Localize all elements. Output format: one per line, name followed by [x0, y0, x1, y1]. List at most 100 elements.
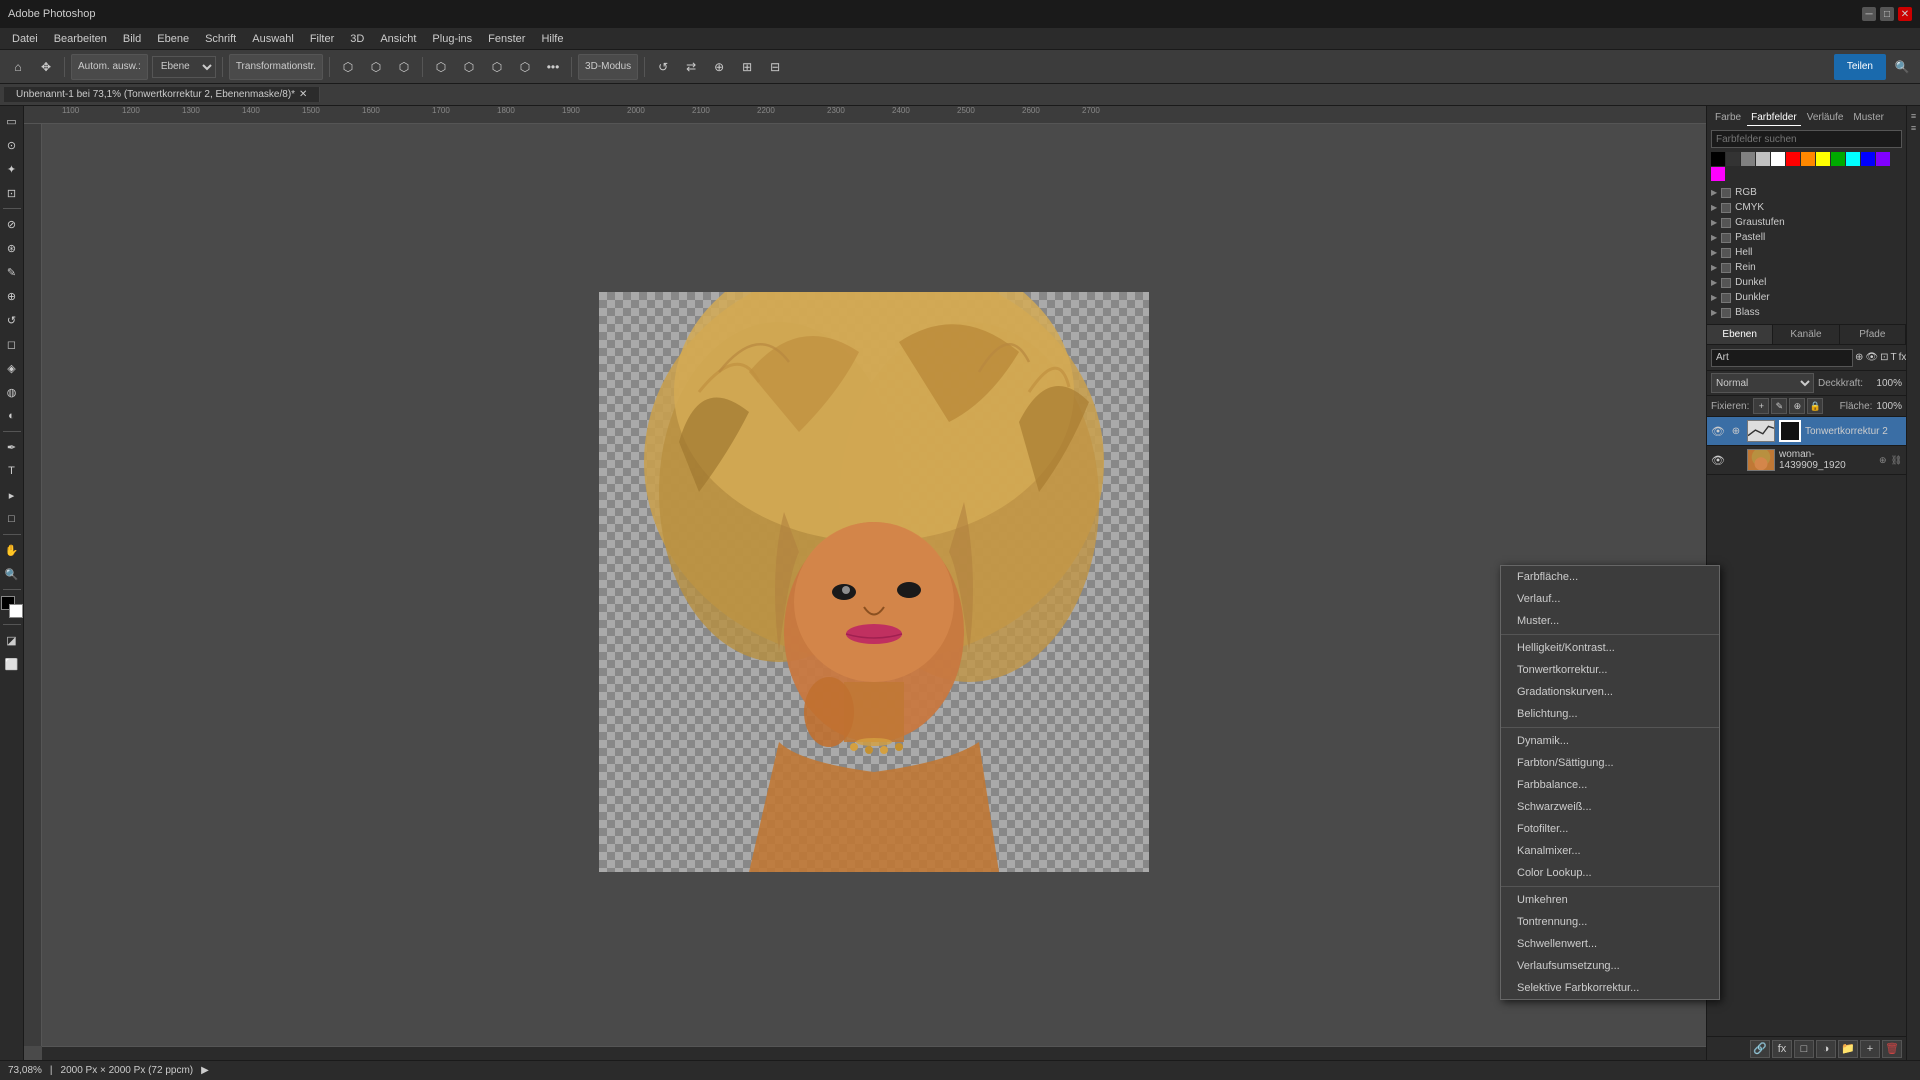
brush-tool[interactable]: ✎ [1, 261, 23, 283]
tab-kanaele[interactable]: Kanäle [1773, 325, 1839, 344]
history-brush-tool[interactable]: ↺ [1, 309, 23, 331]
path-select-tool[interactable]: ▸ [1, 484, 23, 506]
layer-vis-tonwert[interactable]: 👁 [1711, 424, 1725, 438]
ctx-verlaufsumsetzung[interactable]: Verlaufsumsetzung... [1501, 955, 1719, 977]
fix-artboard-btn[interactable]: ⊕ [1789, 398, 1805, 414]
close-button[interactable]: ✕ [1898, 7, 1912, 21]
blend-mode-select[interactable]: Normal Multiplizieren Abblenden [1711, 373, 1814, 393]
right-strip-btn-1[interactable]: ≡ [1908, 110, 1920, 122]
align-center-h[interactable]: ⬡ [364, 55, 388, 79]
dodge-tool[interactable]: ◐ [1, 405, 23, 427]
ctx-tontrennung[interactable]: Tontrennung... [1501, 911, 1719, 933]
menu-ebene[interactable]: Ebene [149, 31, 197, 47]
color-group-blass[interactable]: ▶ Blass [1711, 305, 1902, 320]
color-group-dunkel[interactable]: ▶ Dunkel [1711, 275, 1902, 290]
heal-tool[interactable]: ⊛ [1, 237, 23, 259]
selection-tool[interactable]: ▭ [1, 110, 23, 132]
layer-vis-woman[interactable]: 👁 [1711, 453, 1725, 467]
share-button[interactable]: Teilen [1834, 54, 1886, 80]
menu-hilfe[interactable]: Hilfe [533, 31, 571, 47]
menu-schrift[interactable]: Schrift [197, 31, 244, 47]
swatch-white[interactable] [1771, 152, 1785, 166]
swatch-magenta[interactable] [1711, 167, 1725, 181]
tab-muster[interactable]: Muster [1849, 110, 1888, 126]
color-group-hell[interactable]: ▶ Hell [1711, 245, 1902, 260]
autom-select[interactable]: Ebene Gruppe [152, 56, 216, 78]
layers-filter-btn[interactable]: ⊕ [1855, 348, 1863, 368]
align-right[interactable]: ⬡ [392, 55, 416, 79]
ctx-helligkeit[interactable]: Helligkeit/Kontrast... [1501, 637, 1719, 659]
right-strip-btn-2[interactable]: ≡ [1908, 122, 1920, 134]
swatch-purple[interactable] [1876, 152, 1890, 166]
ctx-fotofilter[interactable]: Fotofilter... [1501, 818, 1719, 840]
document-tab-1[interactable]: Unbenannt-1 bei 73,1% (Tonwertkorrektur … [4, 87, 320, 102]
add-layer-btn[interactable]: + [1860, 1040, 1880, 1058]
fix-draw-btn[interactable]: ✎ [1771, 398, 1787, 414]
ctx-gradationskurven[interactable]: Gradationskurven... [1501, 681, 1719, 703]
ctx-belichtung[interactable]: Belichtung... [1501, 703, 1719, 725]
swap-icon[interactable]: ⇄ [679, 55, 703, 79]
swatch-yellow[interactable] [1816, 152, 1830, 166]
shape-tool[interactable]: □ [1, 508, 23, 530]
horizontal-scrollbar[interactable] [42, 1046, 1706, 1060]
extra-icon[interactable]: ⊟ [763, 55, 787, 79]
move-tool[interactable]: ✥ [34, 55, 58, 79]
tab-pfade[interactable]: Pfade [1840, 325, 1906, 344]
color-group-cmyk[interactable]: ▶ CMYK [1711, 200, 1902, 215]
type-tool[interactable]: T [1, 460, 23, 482]
menu-bearbeiten[interactable]: Bearbeiten [46, 31, 115, 47]
delete-layer-btn[interactable]: 🗑 [1882, 1040, 1902, 1058]
eyedropper-tool[interactable]: ⊘ [1, 213, 23, 235]
swatch-orange[interactable] [1801, 152, 1815, 166]
ctx-tonwertkorrektur[interactable]: Tonwertkorrektur... [1501, 659, 1719, 681]
quick-select-tool[interactable]: ✦ [1, 158, 23, 180]
tab-farbfelder[interactable]: Farbfelder [1747, 110, 1801, 126]
ctx-colorlookup[interactable]: Color Lookup... [1501, 862, 1719, 884]
color-group-rein[interactable]: ▶ Rein [1711, 260, 1902, 275]
add-effect-btn[interactable]: fx [1772, 1040, 1792, 1058]
ctx-farbton[interactable]: Farbton/Sättigung... [1501, 752, 1719, 774]
add-adjustment-btn[interactable]: ◑ [1816, 1040, 1836, 1058]
color-search-input[interactable] [1711, 130, 1902, 148]
eraser-tool[interactable]: ◻ [1, 333, 23, 355]
more-options[interactable]: ••• [541, 55, 565, 79]
menu-datei[interactable]: Datei [4, 31, 46, 47]
color-picker[interactable] [1, 596, 23, 618]
menu-filter[interactable]: Filter [302, 31, 342, 47]
color-group-rgb[interactable]: ▶ RGB [1711, 185, 1902, 200]
align-left[interactable]: ⬡ [336, 55, 360, 79]
layers-filter-input[interactable] [1711, 349, 1853, 367]
stamp-tool[interactable]: ⊕ [1, 285, 23, 307]
ctx-muster[interactable]: Muster... [1501, 610, 1719, 632]
add-link-btn[interactable]: 🔗 [1750, 1040, 1770, 1058]
lasso-tool[interactable]: ⊙ [1, 134, 23, 156]
swatch-dk-gray[interactable] [1726, 152, 1740, 166]
ctx-kanalmixer[interactable]: Kanalmixer... [1501, 840, 1719, 862]
maximize-button[interactable]: □ [1880, 7, 1894, 21]
swatch-green[interactable] [1831, 152, 1845, 166]
ctx-farbbalance[interactable]: Farbbalance... [1501, 774, 1719, 796]
fix-all-btn[interactable]: 🔒 [1807, 398, 1823, 414]
menu-fenster[interactable]: Fenster [480, 31, 533, 47]
rotate-icon[interactable]: ↺ [651, 55, 675, 79]
tab-close-icon[interactable]: ✕ [299, 89, 307, 100]
add-group-btn[interactable]: 📁 [1838, 1040, 1858, 1058]
add-mask-btn[interactable]: □ [1794, 1040, 1814, 1058]
menu-3d[interactable]: 3D [342, 31, 372, 47]
quick-mask-tool[interactable]: ◪ [1, 629, 23, 651]
layers-effect-btn[interactable]: fx [1899, 348, 1906, 368]
zoom-tool[interactable]: 🔍 [1, 563, 23, 585]
swatch-blue[interactable] [1861, 152, 1875, 166]
ctx-farbflaeche[interactable]: Farbfläche... [1501, 566, 1719, 588]
ctx-umkehren[interactable]: Umkehren [1501, 889, 1719, 911]
color-group-pastell[interactable]: ▶ Pastell [1711, 230, 1902, 245]
menu-ansicht[interactable]: Ansicht [372, 31, 424, 47]
ctx-schwarzweiss[interactable]: Schwarzweiß... [1501, 796, 1719, 818]
align-extra[interactable]: ⬡ [513, 55, 537, 79]
layers-link-btn[interactable]: T [1890, 348, 1896, 368]
crop-tool[interactable]: ⊡ [1, 182, 23, 204]
screen-mode-btn[interactable]: ⬜ [1, 653, 23, 675]
align-bottom[interactable]: ⬡ [485, 55, 509, 79]
ctx-dynamik[interactable]: Dynamik... [1501, 730, 1719, 752]
camera-icon[interactable]: ⊕ [707, 55, 731, 79]
